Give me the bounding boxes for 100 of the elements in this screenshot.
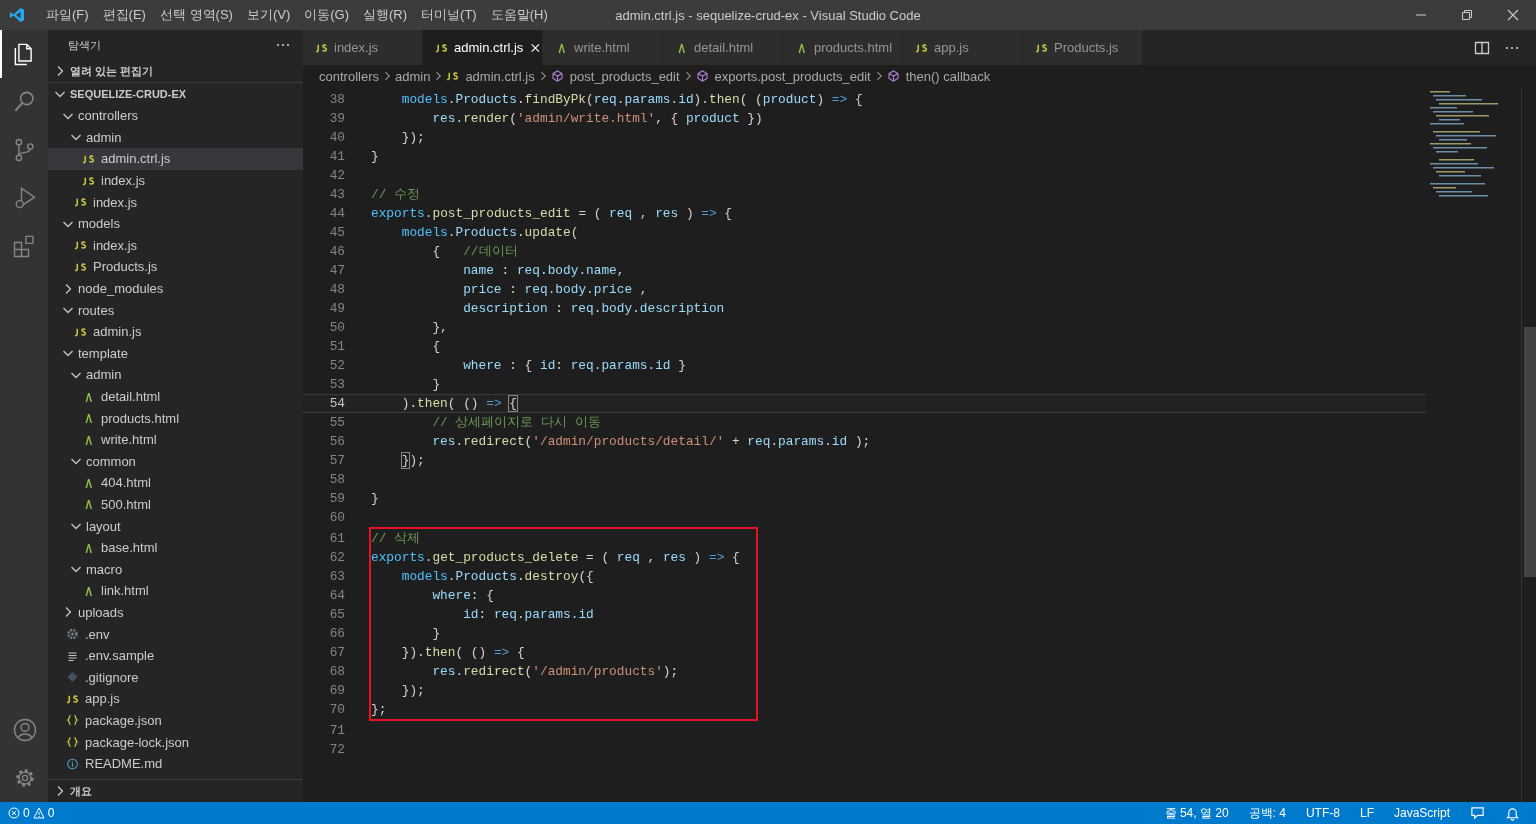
file-item[interactable]: detail.html: [48, 385, 303, 408]
breadcrumb[interactable]: admin: [394, 68, 431, 84]
line-number: 50: [328, 320, 345, 335]
gear-icon: [66, 628, 79, 641]
breadcrumb[interactable]: controllers: [319, 68, 379, 84]
section-header[interactable]: 열려 있는 편집기: [48, 60, 303, 82]
status-item[interactable]: 공백: 4: [1248, 804, 1286, 822]
file-item[interactable]: README.md: [48, 752, 303, 775]
breadcrumb[interactable]: then() callback: [905, 68, 991, 84]
line-number: 43: [328, 187, 345, 202]
breadcrumb[interactable]: admin.ctrl.js: [465, 68, 535, 84]
line-number: 51: [328, 339, 345, 354]
js-file-icon: [74, 196, 87, 209]
status-item[interactable]: JavaScript: [1393, 806, 1450, 820]
section-header[interactable]: SEQUELIZE-CRUD-EX: [48, 82, 303, 105]
line-number: 59: [328, 491, 345, 506]
menu-item[interactable]: 보기(V): [239, 6, 298, 24]
file-item[interactable]: .gitignore: [48, 666, 303, 689]
close-icon[interactable]: [1507, 9, 1519, 21]
line-number: 42: [328, 168, 345, 183]
file-item[interactable]: app.js: [48, 688, 303, 710]
menu-item[interactable]: 편집(E): [95, 6, 153, 24]
file-item[interactable]: link.html: [48, 580, 303, 602]
code-line: });: [400, 130, 425, 145]
file-item[interactable]: products.html: [48, 407, 303, 429]
line-number: 66: [328, 626, 345, 641]
file-item[interactable]: base.html: [48, 536, 303, 559]
split-editor-icon[interactable]: [1474, 39, 1490, 56]
folder-item[interactable]: admin: [48, 364, 303, 386]
feedback-icon[interactable]: [1470, 805, 1485, 821]
code-line: id: req.params.id: [462, 607, 594, 622]
status-item[interactable]: 줄 54, 열 20: [1164, 804, 1229, 822]
code-line: },: [431, 320, 448, 335]
code-line: where : { id: req.params.id }: [462, 358, 686, 373]
braces-icon: [66, 736, 79, 748]
line-number: 67: [328, 645, 345, 660]
line-number: 58: [328, 472, 345, 487]
folder-item[interactable]: common: [48, 450, 303, 473]
file-item[interactable]: 404.html: [48, 472, 303, 494]
warning-count[interactable]: 0: [47, 806, 55, 820]
folder-item[interactable]: routes: [48, 299, 303, 321]
editor-tab[interactable]: write.html: [543, 30, 663, 65]
editor-tab[interactable]: admin.ctrl.js: [423, 30, 543, 65]
folder-item[interactable]: layout: [48, 515, 303, 537]
folder-item[interactable]: node_modules: [48, 277, 303, 300]
js-file-icon: [82, 153, 95, 165]
editor-tab[interactable]: products.html: [783, 30, 903, 65]
code-line: });: [400, 683, 425, 698]
scrollbar-thumb[interactable]: [1524, 327, 1536, 577]
js-file-icon: [915, 41, 928, 54]
editor-tab[interactable]: app.js: [903, 30, 1023, 65]
folder-item[interactable]: models: [48, 212, 303, 235]
js-file-icon: [74, 260, 87, 273]
file-item[interactable]: admin.ctrl.js: [48, 148, 303, 170]
menu-item[interactable]: 선택 영역(S): [152, 6, 240, 24]
folder-item[interactable]: controllers: [48, 105, 303, 127]
file-item[interactable]: .env.sample: [48, 644, 303, 667]
file-item[interactable]: 500.html: [48, 493, 303, 516]
breadcrumb[interactable]: post_products_edit: [569, 68, 680, 84]
line-number: 71: [328, 723, 345, 738]
js-file-icon: [446, 70, 460, 82]
menu-item[interactable]: 터미널(T): [414, 6, 484, 24]
file-item[interactable]: index.js: [48, 191, 303, 213]
line-number: 38: [328, 92, 345, 107]
folder-item[interactable]: template: [48, 342, 303, 365]
line-number: 44: [328, 206, 345, 221]
file-item[interactable]: .env: [48, 623, 303, 645]
file-item[interactable]: package-lock.json: [48, 731, 303, 753]
status-item[interactable]: LF: [1359, 806, 1374, 820]
breadcrumb[interactable]: exports.post_products_edit: [714, 68, 871, 84]
file-item[interactable]: index.js: [48, 169, 303, 192]
code-line: // 삭제: [371, 530, 421, 547]
file-item[interactable]: admin.js: [48, 320, 303, 343]
error-count[interactable]: 0: [23, 806, 30, 820]
file-item[interactable]: package.json: [48, 709, 303, 732]
line-number: 61: [328, 531, 345, 546]
menu-item[interactable]: 도움말(H): [483, 6, 555, 24]
status-item[interactable]: UTF-8: [1305, 806, 1340, 820]
folder-item[interactable]: macro: [48, 558, 303, 581]
restore-icon[interactable]: [1461, 9, 1473, 21]
menu-item[interactable]: 실행(R): [356, 6, 415, 24]
line-number: 41: [328, 149, 345, 164]
menu-item[interactable]: 파일(F): [39, 6, 96, 24]
error-icon: [8, 807, 20, 819]
editor-tab[interactable]: detail.html: [663, 30, 783, 65]
folder-item[interactable]: uploads: [48, 601, 303, 624]
editor-tab[interactable]: index.js: [303, 30, 423, 65]
folder-item[interactable]: admin: [48, 126, 303, 149]
line-number: 46: [328, 244, 345, 259]
file-item[interactable]: index.js: [48, 234, 303, 257]
code-line: models.Products.update(: [400, 225, 579, 240]
editor-tab[interactable]: Products.js: [1023, 30, 1143, 65]
file-item[interactable]: write.html: [48, 428, 303, 451]
braces-icon: [66, 714, 79, 727]
bell-icon[interactable]: [1505, 805, 1520, 821]
menu-item[interactable]: 이동(G): [297, 6, 357, 24]
file-item[interactable]: Products.js: [48, 256, 303, 278]
js-file-icon: [66, 692, 79, 705]
line-number: 55: [328, 415, 345, 430]
code-line: description : req.body.description: [462, 301, 725, 316]
